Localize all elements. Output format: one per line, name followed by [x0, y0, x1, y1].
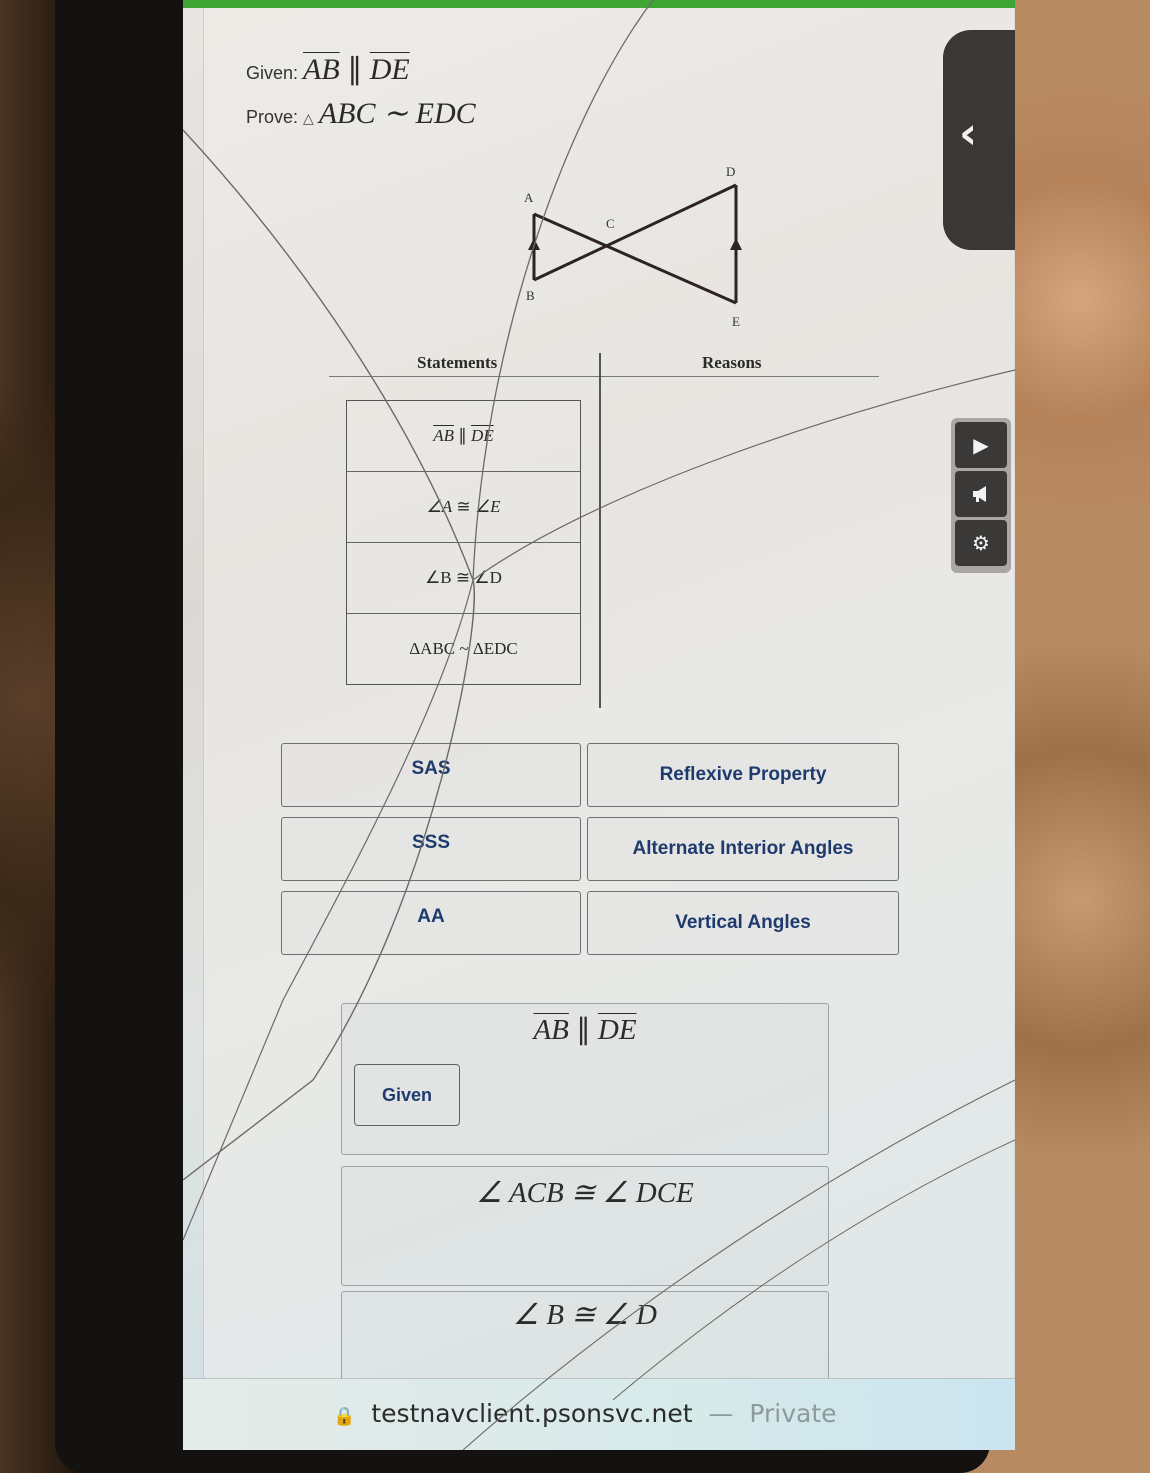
statement-row: ∠A ≅ ∠E	[347, 472, 580, 543]
side-toolbar: ▶ ⚙	[951, 418, 1011, 573]
label-d: D	[726, 164, 735, 179]
megaphone-icon[interactable]	[955, 471, 1007, 517]
segment-bd	[533, 183, 737, 282]
statements-column: AB ∥ DE ∠A ≅ ∠E ∠B ≅ ∠D ΔABC ~ ΔEDC	[346, 400, 581, 685]
statement-row: ∠B ≅ ∠D	[347, 543, 580, 614]
statement-right: ∠E	[474, 497, 501, 516]
reasons-header: Reasons	[702, 353, 762, 372]
lock-icon: 🔒	[333, 1406, 356, 1427]
side-panel-toggle[interactable]: ‹	[943, 30, 1015, 250]
bowtie-diagram: A B C D E	[524, 164, 742, 329]
statement-op: ∥	[454, 426, 472, 445]
answer-statement: ∠ ACB ≅ ∠ DCE	[476, 1177, 694, 1209]
phone-frame: Given: AB ∥ DE Prove: △ ABC ∼ EDC A B C	[55, 0, 1015, 1473]
statements-header: Statements	[417, 353, 498, 372]
phone-screen: Given: AB ∥ DE Prove: △ ABC ∼ EDC A B C	[183, 0, 1015, 1450]
reason-choices: SAS Reflexive Property SSS Alternate Int…	[281, 743, 901, 955]
statement-right: DE	[471, 426, 494, 445]
prove-label: Prove:	[246, 107, 299, 127]
choice-reflexive-property[interactable]: Reflexive Property	[587, 743, 899, 807]
choice-sss[interactable]: SSS	[281, 817, 581, 881]
statement-op: ≅	[452, 497, 475, 516]
statement-row: ΔABC ~ ΔEDC	[347, 614, 580, 684]
browser-url-bar[interactable]: 🔒 testnavclient.psonsvc.net — Private	[183, 1378, 1015, 1450]
reason-chip-given[interactable]: Given	[354, 1064, 460, 1126]
play-icon[interactable]: ▶	[955, 422, 1007, 468]
statement-op: ~	[455, 639, 473, 658]
choice-aa[interactable]: AA	[281, 891, 581, 955]
answer-row-2[interactable]: ∠ ACB ≅ ∠ DCE	[341, 1166, 829, 1286]
parallel-symbol: ∥	[339, 53, 370, 86]
choice-alternate-interior-angles[interactable]: Alternate Interior Angles	[587, 817, 899, 881]
label-a: A	[524, 190, 534, 205]
statement-row: AB ∥ DE	[347, 401, 580, 472]
statement-op: ≅	[451, 568, 475, 587]
top-status-bar	[183, 0, 1015, 8]
statement-left: AB	[433, 426, 455, 445]
statement-left: ∠B	[425, 568, 452, 587]
gear-icon[interactable]: ⚙	[955, 520, 1007, 566]
proof-table-header: Statements Reasons	[329, 348, 879, 377]
statement-right: ΔEDC	[472, 639, 518, 658]
answer-statement: AB ∥ DE	[342, 1012, 828, 1047]
label-b: B	[526, 288, 535, 303]
chevron-left-icon: ‹	[959, 108, 978, 159]
answer-segment-de: DE	[597, 1014, 637, 1046]
question-page: Given: AB ∥ DE Prove: △ ABC ∼ EDC A B C	[203, 8, 1014, 1403]
parallel-arrow-de	[730, 238, 742, 250]
prove-statement: ABC ∼ EDC	[318, 97, 476, 130]
label-c: C	[606, 216, 615, 231]
given-segment-de: DE	[369, 53, 410, 86]
given-segment-ab: AB	[303, 53, 340, 86]
statement-left: ΔABC	[409, 639, 456, 658]
given-label: Given:	[246, 63, 299, 83]
column-divider	[599, 353, 601, 708]
megaphone-glyph	[973, 486, 986, 502]
given-line: Given: AB ∥ DE	[246, 52, 410, 87]
choice-sas[interactable]: SAS	[281, 743, 581, 807]
answer-segment-ab: AB	[533, 1014, 569, 1046]
choice-vertical-angles[interactable]: Vertical Angles	[587, 891, 899, 955]
url-separator: —	[700, 1399, 742, 1428]
parallel-arrow-ab	[528, 238, 540, 250]
statement-left: ∠A	[426, 497, 453, 516]
url-text: testnavclient.psonsvc.net	[371, 1399, 693, 1428]
triangle-symbol: △	[303, 110, 314, 126]
prove-line: Prove: △ ABC ∼ EDC	[246, 96, 476, 131]
answer-parallel: ∥	[568, 1014, 598, 1046]
label-e: E	[732, 314, 740, 329]
statement-right: ∠D	[474, 568, 502, 587]
private-mode-label: Private	[749, 1399, 837, 1428]
answer-statement: ∠ B ≅ ∠ D	[513, 1299, 657, 1331]
segment-ae	[533, 212, 737, 305]
url-display[interactable]: 🔒 testnavclient.psonsvc.net — Private	[333, 1399, 837, 1428]
answer-row-1[interactable]: AB ∥ DE Given	[341, 1003, 829, 1155]
